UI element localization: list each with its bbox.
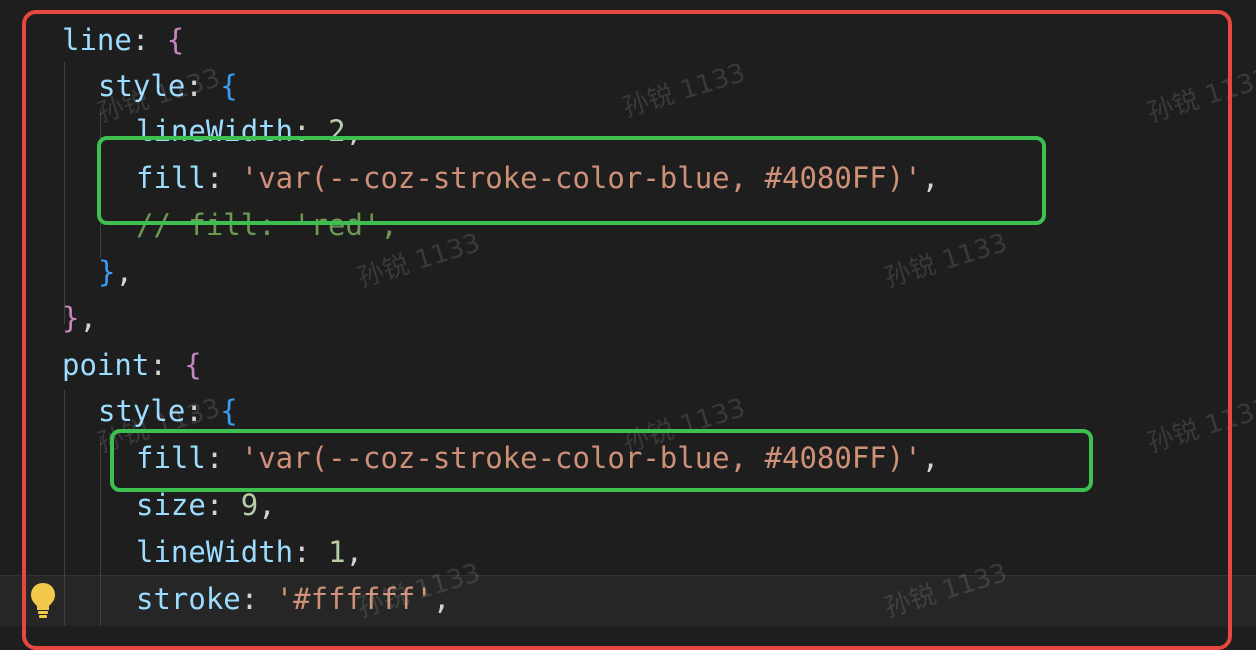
code-editor[interactable]: line: {style: {lineWidth: 2, fill: 'var(-… [0,0,1256,650]
green-highlight-box [110,429,1093,492]
red-highlight-box [22,10,1232,650]
green-highlight-box [97,136,1046,225]
lightbulb-icon[interactable] [28,580,58,620]
